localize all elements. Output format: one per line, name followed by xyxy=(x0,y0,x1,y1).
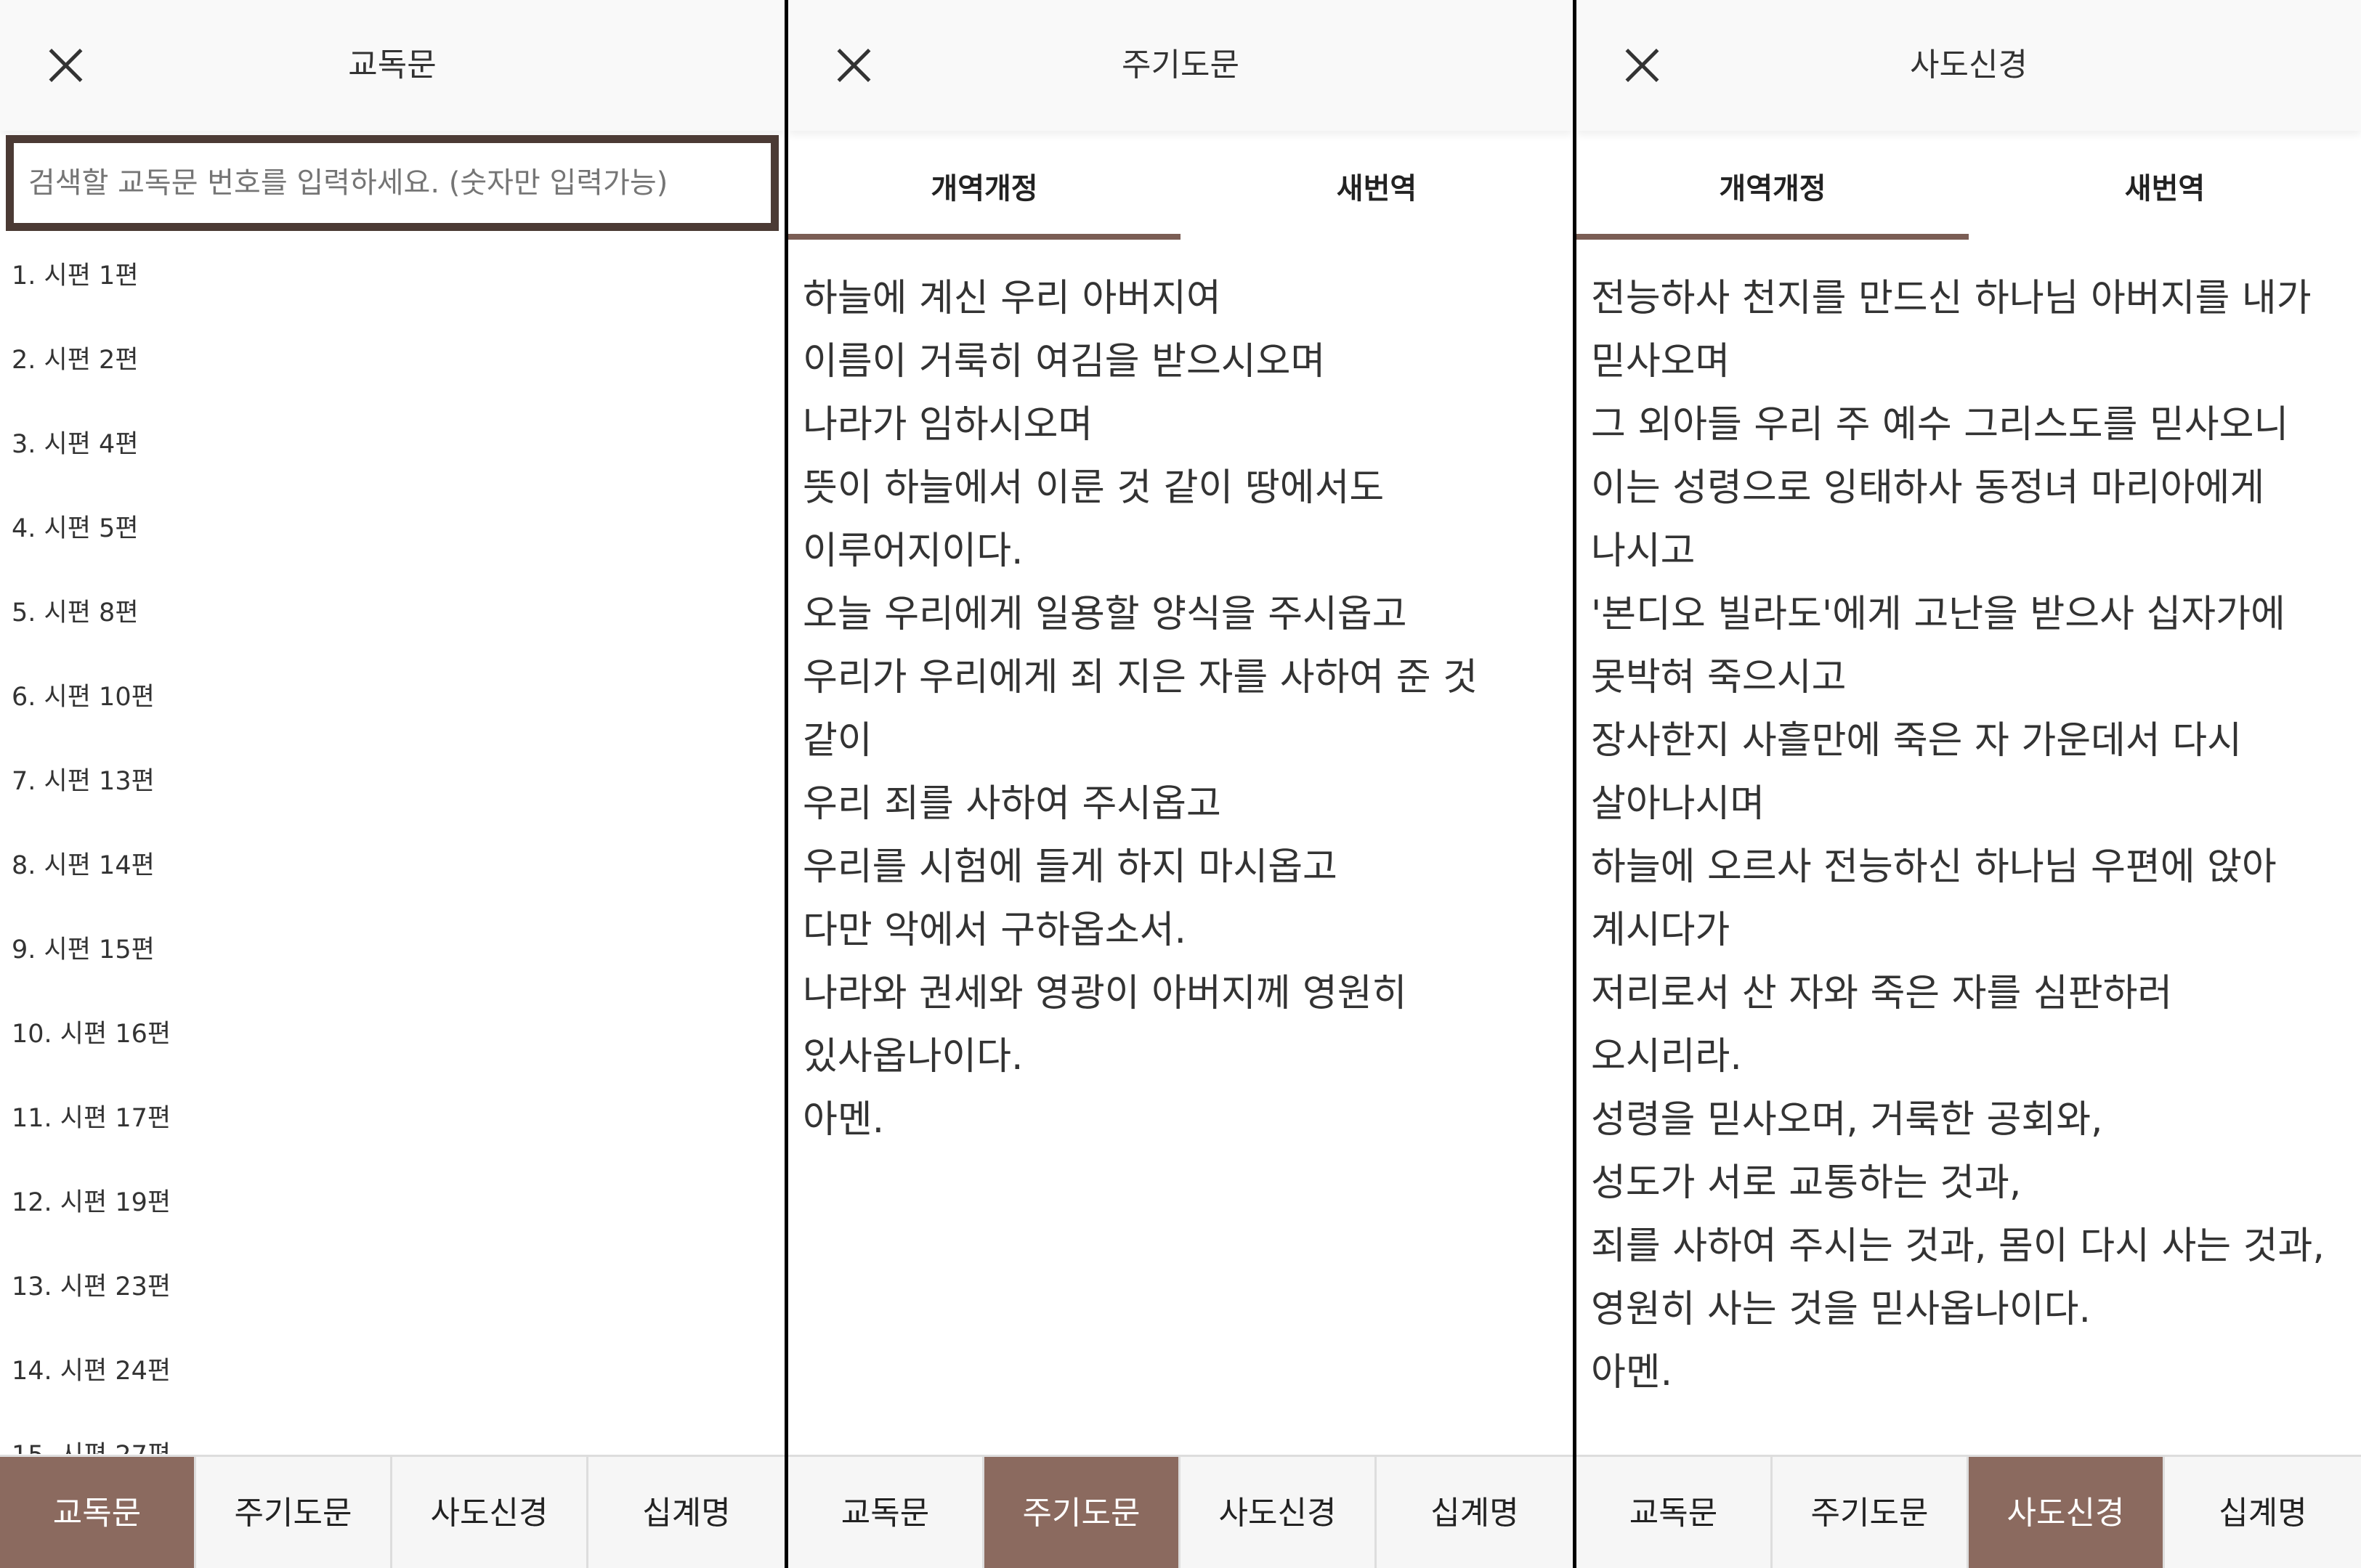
close-icon[interactable] xyxy=(1619,42,1665,89)
translation-tabs: 개역개정 새번역 xyxy=(788,138,1573,240)
text-line: 오늘 우리에게 일용할 양식을 주시옵고 xyxy=(803,593,1407,636)
tab-new-translation[interactable]: 새번역 xyxy=(1969,138,2361,240)
list-item[interactable]: 8. 시편 14편 xyxy=(0,824,785,908)
bottom-nav: 교독문 주기도문 사도신경 십계명 xyxy=(0,1455,785,1568)
nav-ten-commandments[interactable]: 십계명 xyxy=(588,1457,785,1568)
text-line: 우리를 시험에 들게 하지 마시옵고 xyxy=(803,845,1337,889)
text-line: 나라와 권세와 영광이 아버지께 영원히 xyxy=(803,972,1407,1015)
text-line: 이는 성령으로 잉태하사 동정녀 마리아에게 xyxy=(1591,466,2265,510)
text-line: 저리로서 산 자와 죽은 자를 심판하러 xyxy=(1591,972,2173,1015)
text-line: 죄를 사하여 주시는 것과, 몸이 다시 사는 것과, xyxy=(1591,1224,2325,1268)
text-line: 하늘에 오르사 전능하신 하나님 우편에 앉아 xyxy=(1591,845,2277,889)
prayer-text: 하늘에 계신 우리 아버지여 이름이 거룩히 여김을 받으시오며 나라가 임하시… xyxy=(803,267,1566,1152)
text-line: 믿사오며 xyxy=(1591,340,1730,383)
list-item[interactable]: 10. 시편 16편 xyxy=(0,992,785,1076)
nav-responsive-reading[interactable]: 교독문 xyxy=(1576,1457,1773,1568)
list-item[interactable]: 12. 시편 19편 xyxy=(0,1161,785,1245)
nav-responsive-reading[interactable]: 교독문 xyxy=(0,1457,196,1568)
text-line: 이름이 거룩히 여김을 받으시오며 xyxy=(803,340,1326,383)
page-title: 사도신경 xyxy=(1910,46,2028,84)
list-item[interactable]: 11. 시편 17편 xyxy=(0,1076,785,1161)
translation-tabs: 개역개정 새번역 xyxy=(1576,138,2361,240)
text-line: 이루어지이다. xyxy=(803,529,1024,573)
nav-ten-commandments[interactable]: 십계명 xyxy=(2165,1457,2361,1568)
header: 사도신경 xyxy=(1576,0,2361,131)
nav-lords-prayer[interactable]: 주기도문 xyxy=(1773,1457,1969,1568)
text-line: 아멘. xyxy=(1591,1351,1673,1394)
nav-ten-commandments[interactable]: 십계명 xyxy=(1377,1457,1573,1568)
list-item[interactable]: 13. 시편 23편 xyxy=(0,1245,785,1329)
text-line: 성령을 믿사오며, 거룩한 공회와, xyxy=(1591,1098,2103,1142)
list-item[interactable]: 4. 시편 5편 xyxy=(0,487,785,571)
tab-new-translation[interactable]: 새번역 xyxy=(1180,138,1573,240)
list-item[interactable]: 6. 시편 10편 xyxy=(0,655,785,739)
list-item[interactable]: 1. 시편 1편 xyxy=(0,234,785,318)
nav-lords-prayer[interactable]: 주기도문 xyxy=(196,1457,392,1568)
text-line: 전능하사 천지를 만드신 하나님 아버지를 내가 xyxy=(1591,277,2312,320)
bottom-nav: 교독문 주기도문 사도신경 십계명 xyxy=(788,1455,1573,1568)
nav-responsive-reading[interactable]: 교독문 xyxy=(788,1457,984,1568)
list-item[interactable]: 9. 시편 15편 xyxy=(0,908,785,992)
text-line: 장사한지 사흘만에 죽은 자 가운데서 다시 xyxy=(1591,719,2242,763)
list-item[interactable]: 5. 시편 8편 xyxy=(0,571,785,655)
header: 교독문 xyxy=(0,0,785,131)
text-line: 성도가 서로 교통하는 것과, xyxy=(1591,1161,2022,1205)
apostles-creed-panel: 사도신경 개역개정 새번역 전능하사 천지를 만드신 하나님 아버지를 내가 믿… xyxy=(1576,0,2361,1568)
text-line: 살아나시며 xyxy=(1591,782,1765,826)
list-item[interactable]: 7. 시편 13편 xyxy=(0,739,785,824)
creed-text: 전능하사 천지를 만드신 하나님 아버지를 내가 믿사오며 그 외아들 우리 주… xyxy=(1591,267,2354,1405)
text-line: '본디오 빌라도'에게 고난을 받으사 십자가에 xyxy=(1591,593,2285,636)
text-line: 우리가 우리에게 죄 지은 자를 사하여 준 것 xyxy=(803,656,1478,699)
bottom-nav: 교독문 주기도문 사도신경 십계명 xyxy=(1576,1455,2361,1568)
nav-apostles-creed[interactable]: 사도신경 xyxy=(1969,1457,2165,1568)
list-item[interactable]: 14. 시편 24편 xyxy=(0,1329,785,1413)
nav-apostles-creed[interactable]: 사도신경 xyxy=(1180,1457,1377,1568)
text-line: 같이 xyxy=(803,719,872,763)
page-title: 주기도문 xyxy=(1122,46,1239,84)
text-line: 그 외아들 우리 주 예수 그리스도를 믿사오니 xyxy=(1591,403,2289,447)
lords-prayer-panel: 주기도문 개역개정 새번역 하늘에 계신 우리 아버지여 이름이 거룩히 여김을… xyxy=(788,0,1573,1568)
text-line: 계시다가 xyxy=(1591,909,1730,952)
text-line: 아멘. xyxy=(803,1098,885,1142)
list-item[interactable]: 2. 시편 2편 xyxy=(0,318,785,402)
header: 주기도문 xyxy=(788,0,1573,131)
close-icon[interactable] xyxy=(830,42,877,89)
text-line: 하늘에 계신 우리 아버지여 xyxy=(803,277,1221,320)
nav-apostles-creed[interactable]: 사도신경 xyxy=(392,1457,588,1568)
reading-list: 1. 시편 1편 2. 시편 2편 3. 시편 4편 4. 시편 5편 5. 시… xyxy=(0,234,785,1454)
list-item[interactable]: 3. 시편 4편 xyxy=(0,402,785,487)
close-icon[interactable] xyxy=(42,42,89,89)
text-line: 오시리라. xyxy=(1591,1035,1742,1078)
page-title: 교독문 xyxy=(348,46,437,84)
text-line: 나라가 임하시오며 xyxy=(803,403,1093,447)
tab-revised[interactable]: 개역개정 xyxy=(1576,138,1969,240)
text-line: 있사옵나이다. xyxy=(803,1035,1024,1078)
text-line: 못박혀 죽으시고 xyxy=(1591,656,1847,699)
list-item[interactable]: 15. 시편 27편 xyxy=(0,1413,785,1454)
responsive-reading-panel: 교독문 1. 시편 1편 2. 시편 2편 3. 시편 4편 4. 시편 5편 … xyxy=(0,0,785,1568)
text-line: 뜻이 하늘에서 이룬 것 같이 땅에서도 xyxy=(803,466,1385,510)
text-line: 나시고 xyxy=(1591,529,1696,573)
text-line: 우리 죄를 사하여 주시옵고 xyxy=(803,782,1221,826)
text-line: 다만 악에서 구하옵소서. xyxy=(803,909,1186,952)
nav-lords-prayer[interactable]: 주기도문 xyxy=(984,1457,1180,1568)
text-line: 영원히 사는 것을 믿사옵나이다. xyxy=(1591,1288,2091,1331)
tab-revised[interactable]: 개역개정 xyxy=(788,138,1180,240)
search-input[interactable] xyxy=(6,135,779,231)
